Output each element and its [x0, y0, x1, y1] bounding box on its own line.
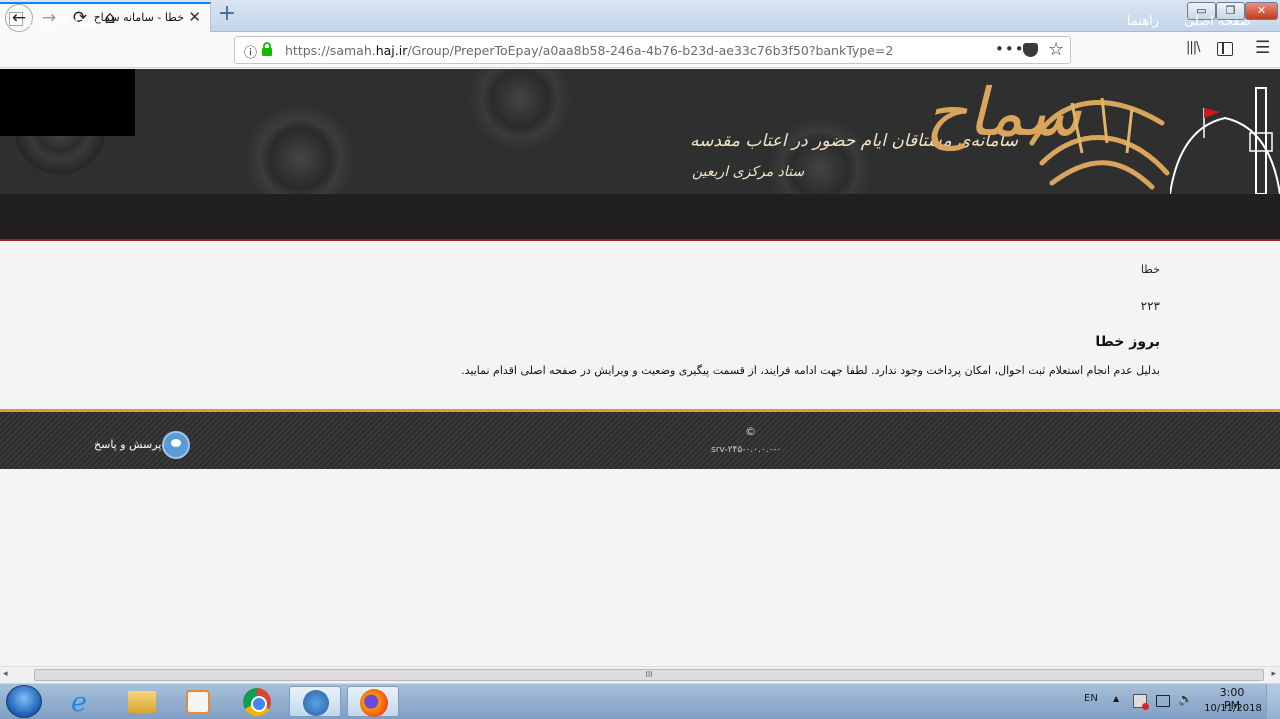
media-player-icon: [186, 690, 210, 714]
menu-item-login[interactable]: ورود کاربران: [28, 14, 97, 29]
taskbar-media-player[interactable]: [172, 686, 224, 717]
home-icon[interactable]: ⌂: [96, 4, 124, 32]
folder-icon: [128, 691, 156, 713]
language-indicator[interactable]: EN: [1084, 693, 1098, 704]
page-actions-icon[interactable]: •••: [995, 40, 1025, 58]
menu-item-guide[interactable]: راهنما: [1127, 14, 1159, 29]
scroll-right-icon[interactable]: ▸: [1271, 669, 1276, 679]
library-icon[interactable]: |||\: [1186, 40, 1200, 55]
taskbar-ie[interactable]: e: [58, 686, 110, 718]
chat-icon[interactable]: [162, 431, 190, 459]
version-text: srv-۲۴۵-۰.۰.۰.۰-۰: [711, 445, 782, 455]
firefox-icon: [360, 689, 388, 717]
scroll-left-icon[interactable]: ◂: [3, 669, 8, 679]
horizontal-scrollbar[interactable]: ◂ III ▸: [0, 666, 1280, 683]
url-bar[interactable]: ⓘ https://samah.haj.ir/Group/PreperToEpa…: [234, 36, 1071, 64]
sidebar-icon[interactable]: [1217, 42, 1233, 56]
action-center-icon[interactable]: [1133, 694, 1149, 710]
tray-expand-icon[interactable]: ▲: [1113, 694, 1119, 703]
calligraphy-emblem: [1029, 97, 1170, 190]
taskbar-network[interactable]: [289, 686, 341, 717]
taskbar-chrome[interactable]: [231, 686, 283, 717]
menu-item-home[interactable]: صفحه اصلی: [1184, 14, 1251, 29]
info-icon[interactable]: ⓘ: [244, 42, 257, 61]
taskbar-explorer[interactable]: [116, 686, 168, 717]
taskbar-firefox[interactable]: [347, 686, 399, 717]
network-icon: [303, 690, 329, 716]
start-button[interactable]: [6, 685, 42, 718]
banner-subtitle-2: ستاد مرکزی اربعین: [692, 164, 805, 180]
shrine-icon: [1170, 87, 1280, 194]
show-desktop-button[interactable]: [1266, 684, 1280, 719]
copyright-text: ©: [745, 425, 756, 438]
pocket-icon[interactable]: [1023, 43, 1038, 57]
star-icon[interactable]: ☆: [1048, 39, 1064, 60]
chrome-icon: [243, 688, 271, 716]
url-text[interactable]: https://samah.haj.ir/Group/PreperToEpay/…: [285, 43, 893, 58]
banner-corner: [0, 69, 135, 136]
error-code: ۲۲۳: [1140, 299, 1160, 313]
new-tab-button[interactable]: +: [216, 3, 238, 27]
close-tab-icon[interactable]: ✕: [188, 8, 201, 26]
network-tray-icon[interactable]: [1156, 695, 1170, 707]
page-title: بروز خطا: [1095, 334, 1160, 350]
url-domain: haj.ir: [375, 43, 408, 58]
clock-date[interactable]: 10/11/2018: [1203, 703, 1263, 714]
faq-link[interactable]: پرسش و پاسخ: [94, 438, 161, 451]
volume-icon[interactable]: 🔈: [1178, 692, 1193, 706]
menu-icon[interactable]: ☰: [1255, 38, 1270, 58]
ie-icon: e: [71, 687, 87, 718]
breadcrumb: خطا: [1140, 263, 1160, 276]
scrollbar-thumb[interactable]: III: [34, 669, 1264, 681]
lock-icon[interactable]: [261, 42, 273, 56]
error-message: بدلیل عدم انجام استعلام ثبت احوال، امکان…: [461, 364, 1160, 377]
site-footer: [0, 409, 1280, 469]
main-menu: [0, 194, 1280, 241]
